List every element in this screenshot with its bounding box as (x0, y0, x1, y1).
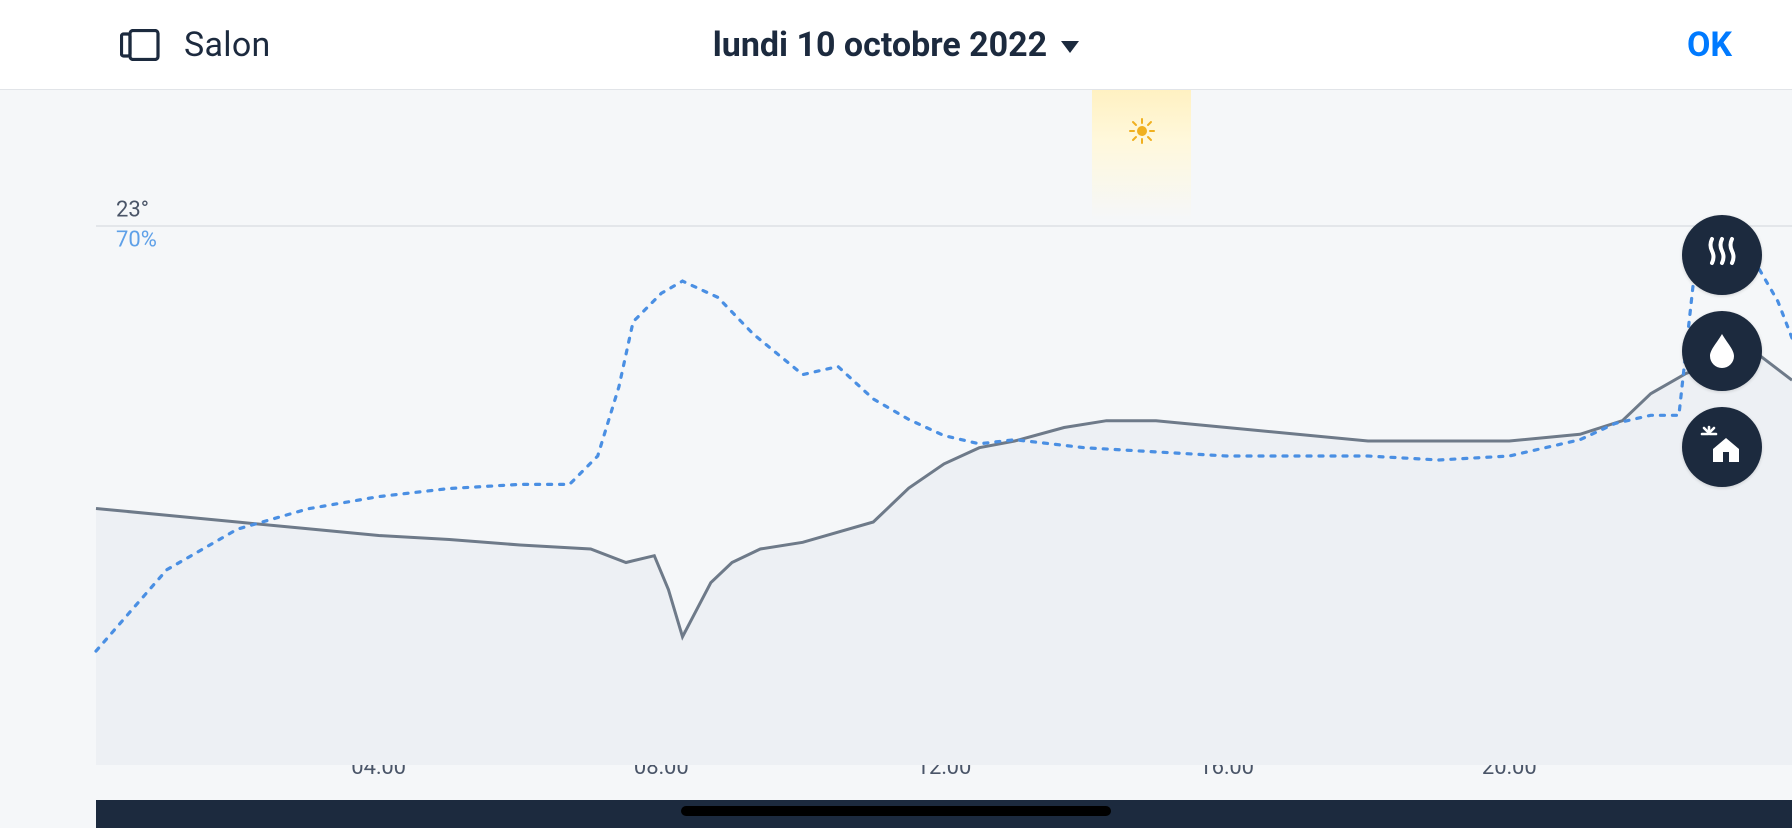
humidity-icon (1702, 329, 1742, 373)
presence-toggle-button[interactable] (1682, 407, 1762, 487)
room-layout-icon (120, 29, 160, 61)
heating-toggle-button[interactable] (1682, 215, 1762, 295)
date-label: lundi 10 octobre 2022 (713, 25, 1047, 65)
overlay-toggle-stack (1682, 215, 1762, 487)
date-picker[interactable]: lundi 10 octobre 2022 (713, 25, 1079, 65)
temperature-area (96, 353, 1792, 765)
room-selector[interactable]: Salon (120, 0, 271, 90)
header-bar: Salon lundi 10 octobre 2022 OK (0, 0, 1792, 90)
chart-svg (96, 90, 1792, 765)
heating-icon (1700, 231, 1744, 279)
presence-icon (1699, 422, 1745, 472)
room-name: Salon (184, 25, 271, 65)
ok-button[interactable]: OK (1687, 0, 1732, 90)
ok-button-label: OK (1687, 25, 1732, 65)
chevron-down-icon (1061, 41, 1079, 53)
humidity-toggle-button[interactable] (1682, 311, 1762, 391)
home-indicator (681, 806, 1111, 816)
chart-area: 23°70%20°60%04:0008:0012:0016:0020:00 (0, 90, 1792, 828)
plot-area[interactable]: 23°70%20°60%04:0008:0012:0016:0020:00 (96, 90, 1792, 765)
